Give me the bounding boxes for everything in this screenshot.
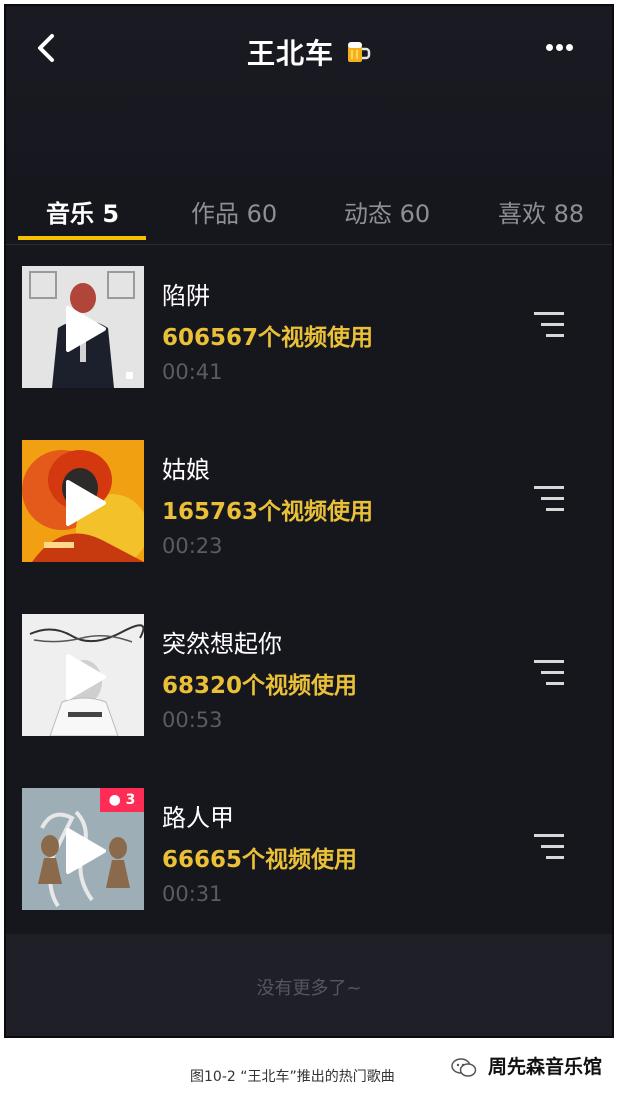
page-title: 王北车 xyxy=(246,37,334,70)
song-duration: 00:23 xyxy=(162,534,223,558)
song-title: 突然想起你 xyxy=(162,630,282,658)
song-duration: 00:41 xyxy=(162,360,223,384)
watermark-text: 周先森音乐馆 xyxy=(487,1056,602,1078)
song-title: 陷阱 xyxy=(162,282,210,310)
active-tab-indicator xyxy=(18,236,146,240)
tab-likes[interactable]: 喜欢 88 xyxy=(498,194,584,229)
song-cover[interactable]: ● 3 xyxy=(22,788,144,910)
song-list-item[interactable]: 突然想起你 68320个视频使用 00:53 xyxy=(6,598,612,748)
more-options-button[interactable] xyxy=(546,36,582,60)
play-icon xyxy=(66,828,106,874)
song-list-item[interactable]: 陷阱 606567个视频使用 00:41 xyxy=(6,250,612,400)
tab-works[interactable]: 作品 60 xyxy=(191,194,277,229)
play-icon xyxy=(66,654,106,700)
beer-mug-icon xyxy=(348,42,371,62)
song-menu-icon[interactable] xyxy=(534,830,568,864)
song-title: 路人甲 xyxy=(162,804,234,832)
song-usage-count: 606567个视频使用 xyxy=(162,325,374,351)
song-list-item[interactable]: 姑娘 165763个视频使用 00:23 xyxy=(6,424,612,574)
tab-music[interactable]: 音乐 5 xyxy=(46,194,119,229)
title-bar: 王北车 xyxy=(6,32,612,72)
hot-badge-count: 3 xyxy=(125,792,136,808)
watermark: 周先森音乐馆 xyxy=(451,1052,602,1079)
play-icon xyxy=(66,306,106,352)
no-more-text: 没有更多了~ xyxy=(256,978,362,999)
play-icon xyxy=(66,480,106,526)
song-cover[interactable] xyxy=(22,266,144,388)
more-horizontal-icon xyxy=(546,44,553,51)
phone-screen: 王北车 音乐 5 作品 60 动态 60 喜欢 88 陷阱 606567个视频使… xyxy=(4,4,614,1038)
song-usage-count: 68320个视频使用 xyxy=(162,673,358,699)
song-menu-icon[interactable] xyxy=(534,482,568,516)
profile-header: 王北车 xyxy=(6,6,612,176)
flame-icon: ● xyxy=(108,792,121,808)
wechat-icon xyxy=(451,1057,477,1077)
song-menu-icon[interactable] xyxy=(534,308,568,342)
song-title: 姑娘 xyxy=(162,456,210,484)
more-horizontal-icon xyxy=(556,44,563,51)
song-usage-count: 165763个视频使用 xyxy=(162,499,374,525)
profile-tabs: 音乐 5 作品 60 动态 60 喜欢 88 xyxy=(6,186,612,245)
song-duration: 00:31 xyxy=(162,882,223,906)
page: 王北车 音乐 5 作品 60 动态 60 喜欢 88 陷阱 606567个视频使… xyxy=(0,0,618,1094)
tab-dynamic[interactable]: 动态 60 xyxy=(344,194,430,229)
hot-badge: ● 3 xyxy=(100,788,144,812)
more-horizontal-icon xyxy=(566,44,573,51)
song-cover[interactable] xyxy=(22,440,144,562)
song-menu-icon[interactable] xyxy=(534,656,568,690)
list-footer: 没有更多了~ xyxy=(6,934,612,1036)
song-duration: 00:53 xyxy=(162,708,223,732)
song-usage-count: 66665个视频使用 xyxy=(162,847,358,873)
song-list-item[interactable]: ● 3 路人甲 66665个视频使用 00:31 xyxy=(6,772,612,922)
song-cover[interactable] xyxy=(22,614,144,736)
figure-caption: 图10-2 “王北车”推出的热门歌曲 xyxy=(190,1069,395,1085)
